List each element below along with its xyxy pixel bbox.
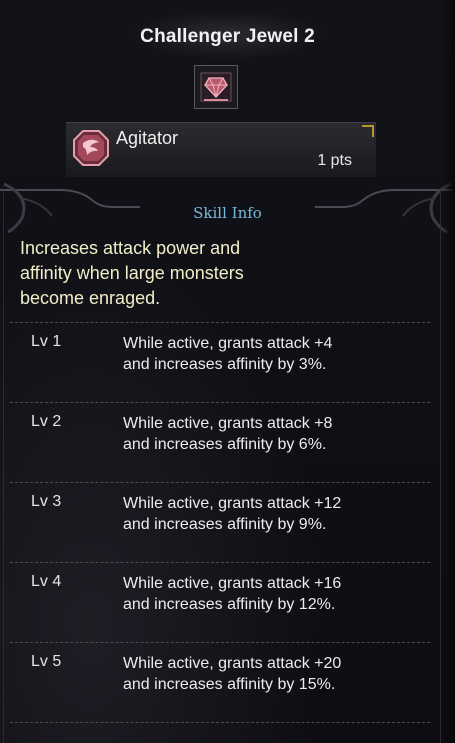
level-effect-line: and increases affinity by 6%. xyxy=(123,436,327,453)
level-row: Lv 2 While active, grants attack +8 and … xyxy=(0,413,455,493)
level-effect-line: While active, grants attack +16 xyxy=(123,575,342,592)
level-divider xyxy=(10,402,430,403)
level-effect: While active, grants attack +12 and incr… xyxy=(123,493,423,535)
level-row: Lv 5 While active, grants attack +20 and… xyxy=(0,653,455,733)
level-divider xyxy=(10,322,430,323)
level-effect: While active, grants attack +4 and incre… xyxy=(123,333,423,375)
skill-info-heading: Skill Info xyxy=(193,204,262,222)
level-label: Lv 3 xyxy=(31,493,62,510)
level-row: Lv 4 While active, grants attack +16 and… xyxy=(0,573,455,653)
skill-emblem-icon xyxy=(73,130,109,166)
description-line: affinity when large monsters xyxy=(20,263,244,283)
jewel-icon xyxy=(200,72,232,102)
level-effect-line: While active, grants attack +12 xyxy=(123,495,342,512)
description-line: become enraged. xyxy=(20,288,161,308)
level-effect: While active, grants attack +20 and incr… xyxy=(123,653,423,695)
level-effect-line: and increases affinity by 12%. xyxy=(123,596,336,613)
level-row: Lv 3 While active, grants attack +12 and… xyxy=(0,493,455,573)
level-effect-line: and increases affinity by 9%. xyxy=(123,516,327,533)
level-effect-line: and increases affinity by 3%. xyxy=(123,356,327,373)
level-label: Lv 2 xyxy=(31,413,62,430)
level-divider xyxy=(10,642,430,643)
level-divider xyxy=(10,562,430,563)
level-effect-line: While active, grants attack +4 xyxy=(123,335,333,352)
frame-edge-left xyxy=(3,190,4,743)
level-effect-line: While active, grants attack +8 xyxy=(123,415,333,432)
level-divider xyxy=(10,722,430,723)
jewel-slot[interactable] xyxy=(194,65,238,109)
level-label: Lv 5 xyxy=(31,653,62,670)
jewel-title: Challenger Jewel 2 xyxy=(140,26,315,47)
skill-detail-panel: Challenger Jewel 2 Agitator 1 pts Skill … xyxy=(0,0,455,743)
level-effect-line: and increases affinity by 15%. xyxy=(123,676,336,693)
level-effect: While active, grants attack +8 and incre… xyxy=(123,413,423,455)
skill-name: Agitator xyxy=(116,128,179,148)
level-effect-line: While active, grants attack +20 xyxy=(123,655,342,672)
bar-corner-ornament xyxy=(362,125,374,137)
scroll-edge-shadow xyxy=(441,0,455,743)
skill-description: Increases attack power and affinity when… xyxy=(20,236,440,311)
level-effect: While active, grants attack +16 and incr… xyxy=(123,573,423,615)
description-line: Increases attack power and xyxy=(20,238,241,258)
level-row: Lv 1 While active, grants attack +4 and … xyxy=(0,333,455,413)
level-divider xyxy=(10,482,430,483)
level-label: Lv 1 xyxy=(31,333,62,350)
level-label: Lv 4 xyxy=(31,573,62,590)
skill-points: 1 pts xyxy=(317,152,352,169)
